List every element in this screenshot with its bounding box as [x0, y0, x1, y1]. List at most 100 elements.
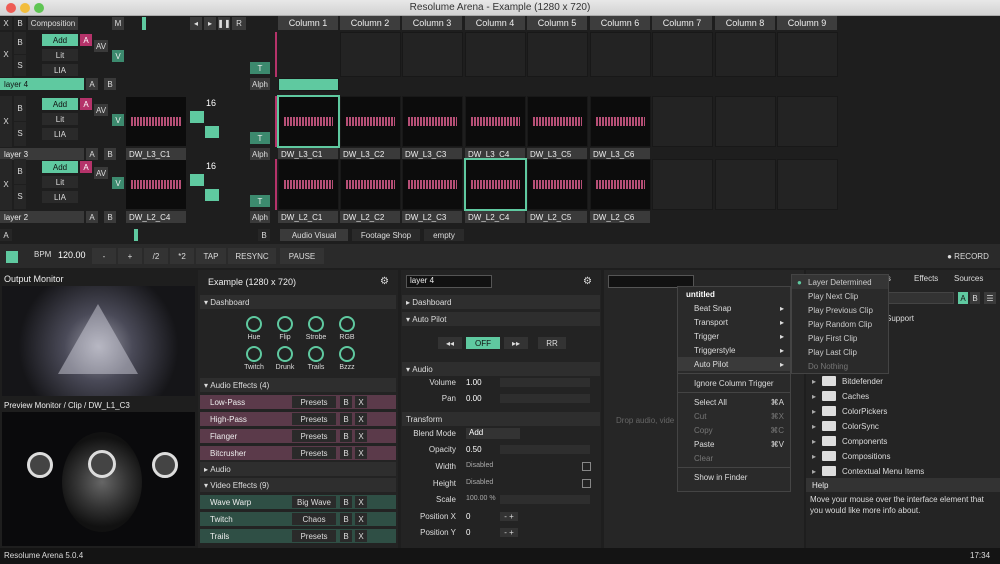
layer-a-select-button[interactable]: A: [86, 78, 98, 90]
clip-slot[interactable]: [402, 32, 463, 77]
layer-bypass-button[interactable]: B: [14, 96, 26, 121]
effect-preset-select[interactable]: Presets: [292, 447, 336, 459]
context-menu-item[interactable]: Trigger ▸: [678, 329, 790, 343]
width-checkbox[interactable]: [582, 462, 591, 471]
blend-lit-button[interactable]: Lit: [42, 176, 78, 188]
layer-solo-button[interactable]: S: [14, 184, 26, 209]
blend-lia-button[interactable]: LIA: [42, 191, 78, 203]
column-header[interactable]: Column 3: [402, 16, 463, 30]
clip-name[interactable]: DW_L2_C4: [465, 211, 525, 223]
pan-slider[interactable]: [500, 394, 590, 403]
effect-remove-button[interactable]: X: [355, 430, 367, 442]
clip-slot[interactable]: [465, 32, 526, 77]
effect-bypass-button[interactable]: B: [340, 496, 352, 508]
effect-remove-button[interactable]: X: [355, 413, 367, 425]
knob-twitch[interactable]: [246, 346, 262, 362]
column-header[interactable]: Column 7: [652, 16, 713, 30]
clip-thumbnail[interactable]: [466, 97, 525, 146]
layer-clear-button[interactable]: X: [0, 96, 12, 147]
layer-alpha-button[interactable]: Alph: [250, 148, 270, 160]
autopilot-option[interactable]: Play Last Clip: [792, 345, 888, 359]
clip-slot[interactable]: [652, 32, 713, 77]
clip-slot[interactable]: [777, 32, 838, 77]
menu-ignore-column-trigger[interactable]: Ignore Column Trigger: [678, 376, 790, 390]
folder-item[interactable]: ▸ Bitdefender: [812, 374, 883, 388]
folder-item[interactable]: ▸ Contextual Menu Items: [812, 464, 924, 478]
clip-name[interactable]: DW_L2_C6: [590, 211, 650, 223]
clip-slot[interactable]: [278, 78, 339, 91]
effect-remove-button[interactable]: X: [355, 396, 367, 408]
layer-a-select-button[interactable]: A: [86, 148, 98, 160]
deck-tab[interactable]: empty: [424, 229, 464, 241]
clip-slot[interactable]: [715, 96, 776, 147]
context-menu-item[interactable]: Triggerstyle ▸: [678, 343, 790, 357]
knob-flip[interactable]: [277, 316, 293, 332]
layer-v-button[interactable]: V: [112, 177, 124, 189]
layer-name-label[interactable]: layer 3: [0, 148, 84, 160]
composition-label[interactable]: Composition: [28, 17, 78, 30]
knob-rgb[interactable]: [339, 316, 355, 332]
layer-a-button[interactable]: A: [80, 98, 92, 110]
prev-column-icon[interactable]: ◂: [190, 17, 202, 30]
autopilot-option[interactable]: Play First Clip: [792, 331, 888, 345]
browser-a-button[interactable]: A: [958, 292, 968, 304]
folder-item[interactable]: ▸ ColorPickers: [812, 404, 887, 418]
clip-thumbnail[interactable]: [464, 158, 527, 211]
bpm-minus-button[interactable]: -: [92, 248, 116, 264]
clip-name[interactable]: DW_L2_C5: [527, 211, 587, 223]
x-button[interactable]: X: [0, 17, 12, 30]
clip-thumbnail[interactable]: [277, 95, 340, 148]
effect-remove-button[interactable]: X: [355, 513, 367, 525]
effect-remove-button[interactable]: X: [355, 447, 367, 459]
scale-slider[interactable]: [500, 495, 590, 504]
bpm-half-button[interactable]: /2: [144, 248, 168, 264]
clip-slot[interactable]: [652, 96, 713, 147]
browser-b-button[interactable]: B: [970, 292, 980, 304]
deck-tab[interactable]: Audio Visual: [280, 229, 348, 241]
loop-icon[interactable]: [190, 174, 204, 186]
layer-a-button[interactable]: A: [80, 34, 92, 46]
layer-opacity-fader[interactable]: [275, 32, 277, 77]
layer-name-label[interactable]: layer 2: [0, 211, 84, 223]
clip-slot[interactable]: [340, 32, 401, 77]
knob-hue[interactable]: [246, 316, 262, 332]
play-icon[interactable]: [205, 189, 219, 201]
blend-lia-button[interactable]: LIA: [42, 128, 78, 140]
browser-tab[interactable]: Sources: [954, 274, 983, 283]
clip-name[interactable]: DW_L2_C3: [402, 211, 462, 223]
column-header[interactable]: Column 4: [465, 16, 526, 30]
autopilot-next-icon[interactable]: ▸▸: [504, 337, 528, 349]
bpm-value[interactable]: 120.00: [58, 250, 86, 264]
effect-preset-select[interactable]: Chaos: [292, 513, 336, 525]
video-effects-header[interactable]: ▾ Video Effects (9): [200, 478, 396, 492]
view-toggle-icon[interactable]: ☰: [984, 292, 996, 304]
layer-t-button[interactable]: T: [250, 62, 270, 74]
blend-lit-button[interactable]: Lit: [42, 113, 78, 125]
layer-b-select-button[interactable]: B: [104, 78, 116, 90]
clip-slot[interactable]: [715, 159, 776, 210]
layer-name-label[interactable]: layer 4: [0, 78, 84, 90]
layer-dashboard-header[interactable]: ▸ Dashboard: [402, 295, 600, 309]
composition-gear-icon[interactable]: ⚙: [380, 276, 389, 287]
clip-slot[interactable]: [590, 32, 651, 77]
layer-name-field[interactable]: layer 4: [406, 275, 492, 288]
column-header[interactable]: Column 6: [590, 16, 651, 30]
b-button[interactable]: B: [14, 17, 26, 30]
audio-effects-header[interactable]: ▾ Audio Effects (4): [200, 378, 396, 392]
layer-b-select-button[interactable]: B: [104, 148, 116, 160]
volume-slider[interactable]: [500, 378, 590, 387]
clip-thumbnail[interactable]: [403, 160, 462, 209]
audio-header[interactable]: ▸ Audio: [200, 462, 396, 476]
layer-av-button[interactable]: AV: [94, 104, 108, 116]
folder-item[interactable]: ▸ ColorSync: [812, 419, 879, 433]
context-menu-item[interactable]: Transport ▸: [678, 315, 790, 329]
loop-icon[interactable]: [190, 111, 204, 123]
effect-preset-select[interactable]: Presets: [292, 413, 336, 425]
autopilot-prev-icon[interactable]: ◂◂: [438, 337, 462, 349]
layer-solo-button[interactable]: S: [14, 121, 26, 146]
blend-add-button[interactable]: Add: [42, 98, 78, 110]
opacity-slider[interactable]: [500, 445, 590, 454]
autopilot-random-button[interactable]: RR: [538, 337, 566, 349]
posx-value[interactable]: 0: [466, 512, 470, 521]
effect-remove-button[interactable]: X: [355, 530, 367, 542]
